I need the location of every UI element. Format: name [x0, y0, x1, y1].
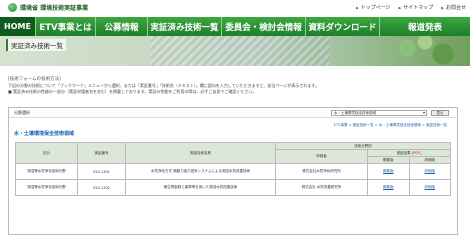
cell-name: 水質浄化方式 無動力強力送気システムによる湖沼水質改善技術 [125, 163, 276, 180]
table-row: 湖沼等水質浄化技術分野 020-1302 微生物製剤と薬草等を用いた湖沼水質改善… [15, 179, 451, 196]
global-nav: HOME ETV事業とは 公募情報 実証済み技術一覧 委員会・検討会情報 資料ダ… [0, 17, 470, 36]
category-title: 水・土壌環境保全技術領域 [14, 131, 75, 137]
section-heading: [技術フォームの技術方法] [8, 77, 61, 82]
panel-toolbar: 分野選択 水・土壌環境保全技術領域 表示 [9, 108, 457, 118]
column-header-group: 技術分野別 [275, 142, 451, 150]
tech-list-panel: 分野選択 水・土壌環境保全技術領域 表示 ETV事業 > 実証技術一覧 > 水・… [8, 107, 458, 235]
summary-link[interactable]: 概要版 [383, 185, 394, 189]
cell-applicant: 株式会社水質浄化研究所 [275, 163, 368, 180]
util-link-contact[interactable]: お問合せ [441, 4, 466, 11]
breadcrumb[interactable]: ETV事業 > 実証技術一覧 > 水・土壌環境保全技術領域 > 実証技術一覧 [334, 123, 447, 128]
detail-link[interactable]: 詳細版 [425, 169, 436, 173]
utility-links: トップページ サイトマップ お問合せ [356, 4, 466, 11]
nav-item-home[interactable]: HOME [0, 17, 36, 36]
note-line: ■ 実証済み技術の性能の一部分（実証申請者名を含む）を掲載しております。実証の性… [8, 89, 257, 94]
site-logo[interactable]: 環境省 環境技術実証事業 [8, 3, 88, 12]
util-link-top[interactable]: トップページ [356, 4, 391, 11]
summary-link[interactable]: 概要版 [383, 169, 394, 173]
column-header-name: 実証技術名称 [125, 142, 276, 164]
field-select[interactable]: 水・土壌環境保全技術領域 [331, 110, 427, 116]
cell-applicant: 株式会社 水質改善研究所 [275, 179, 368, 196]
intro-notes: 下記の分野の技術について「ブックマーク」メニューから選択、または「実証番号」「技… [8, 83, 448, 95]
column-header-number: 実証番号 [77, 142, 126, 164]
ministry-logo-icon [8, 3, 17, 12]
nav-item-downloads[interactable]: 資料ダウンロード [306, 17, 380, 36]
page-banner: 実証済み技術一覧 [0, 36, 470, 66]
cell-detail: 詳細版 [408, 179, 451, 196]
nav-item-public-offering[interactable]: 公募情報 [96, 17, 148, 36]
column-header-detail: 詳細版 [408, 156, 451, 164]
cell-summary: 概要版 [367, 179, 410, 196]
display-button[interactable]: 表示 [431, 110, 449, 116]
nav-item-committee[interactable]: 委員会・検討会情報 [222, 17, 306, 36]
cell-name: 微生物製剤と薬草等を用いた湖沼水質改善技術 [125, 179, 276, 196]
site-header: 環境省 環境技術実証事業 トップページ サイトマップ お問合せ [0, 0, 470, 17]
util-link-sitemap[interactable]: サイトマップ [399, 4, 433, 11]
nav-item-press[interactable]: 報道発表 [380, 17, 470, 36]
column-header-applicant: 申請者 [275, 149, 368, 164]
column-header-results: 実証結果 [PDF] [367, 149, 451, 157]
field-select-label: 分野選択 [14, 110, 30, 115]
cell-number: 020-1301 [77, 163, 126, 180]
table-row: 湖沼等水質浄化技術分野 020-1301 水質浄化方式 無動力強力送気システムに… [15, 163, 451, 180]
nav-item-verified-tech[interactable]: 実証済み技術一覧 [148, 17, 222, 36]
page-title: 実証済み技術一覧 [6, 39, 66, 51]
nav-item-about-etv[interactable]: ETV事業とは [36, 17, 96, 36]
cell-summary: 概要版 [367, 163, 410, 180]
cell-category: 湖沼等水質浄化技術分野 [15, 163, 78, 180]
table-header-row: 区分 実証番号 実証技術名称 技術分野別 [15, 142, 451, 164]
cell-detail: 詳細版 [408, 163, 451, 180]
column-header-category: 区分 [15, 142, 78, 164]
cell-category: 湖沼等水質浄化技術分野 [15, 179, 78, 196]
detail-link[interactable]: 詳細版 [425, 185, 436, 189]
tech-table: 区分 実証番号 実証技術名称 技術分野別 申請者 実証結果 [PDF] 概要版 … [15, 142, 451, 196]
site-logo-text: 環境省 環境技術実証事業 [20, 5, 89, 12]
results-label: 実証結果 [396, 150, 411, 155]
cell-number: 020-1302 [77, 179, 126, 196]
pdf-mark: [PDF] [411, 150, 422, 155]
column-header-summary: 概要版 [367, 156, 410, 164]
